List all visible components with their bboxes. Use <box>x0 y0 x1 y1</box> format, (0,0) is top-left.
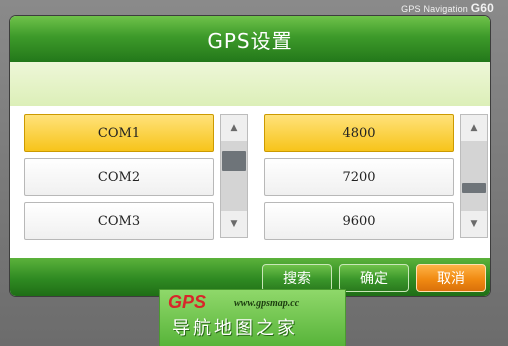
scroll-up-arrow-icon[interactable]: ▲ <box>461 115 487 141</box>
watermark-text: 导航地图之家 <box>172 318 298 339</box>
port-scrollbar[interactable]: ▲ ▼ <box>220 114 248 238</box>
baud-option-9600[interactable]: 9600 <box>264 202 454 240</box>
search-button[interactable]: 搜索 <box>262 264 332 292</box>
confirm-button[interactable]: 确定 <box>339 264 409 292</box>
watermark: GPS www.gpsmap.cc 导航地图之家 <box>160 290 345 346</box>
port-option-com1[interactable]: COM1 <box>24 114 214 152</box>
title-bar: GPS设置 <box>10 16 490 62</box>
port-scroll-track[interactable] <box>221 141 247 211</box>
brand-prefix: GPS Navigation <box>401 4 471 14</box>
scroll-up-arrow-icon[interactable]: ▲ <box>221 115 247 141</box>
baud-scrollbar[interactable]: ▲ ▼ <box>460 114 488 238</box>
brand-label: GPS Navigation G60 <box>401 1 494 15</box>
port-scroll-thumb[interactable] <box>222 151 246 171</box>
cancel-button[interactable]: 取消 <box>416 264 486 292</box>
port-option-com3[interactable]: COM3 <box>24 202 214 240</box>
device-frame: GPS Navigation G60 GPS设置 COM1 COM2 COM3 … <box>0 0 508 346</box>
info-bar <box>10 62 490 106</box>
screen: GPS设置 COM1 COM2 COM3 ▲ ▼ 4800 7200 9600 <box>10 16 490 296</box>
baud-option-4800[interactable]: 4800 <box>264 114 454 152</box>
port-list: COM1 COM2 COM3 <box>24 114 214 246</box>
port-option-com2[interactable]: COM2 <box>24 158 214 196</box>
scroll-down-arrow-icon[interactable]: ▼ <box>461 211 487 237</box>
scroll-down-arrow-icon[interactable]: ▼ <box>221 211 247 237</box>
settings-panel: COM1 COM2 COM3 ▲ ▼ 4800 7200 9600 ▲ ▼ <box>10 106 490 258</box>
watermark-url: www.gpsmap.cc <box>234 298 300 309</box>
baud-scroll-thumb[interactable] <box>462 183 486 193</box>
baud-scroll-track[interactable] <box>461 141 487 211</box>
watermark-logo: GPS <box>168 292 207 312</box>
baud-rate-list: 4800 7200 9600 <box>264 114 454 246</box>
brand-model: G60 <box>470 1 494 15</box>
baud-option-7200[interactable]: 7200 <box>264 158 454 196</box>
page-title: GPS设置 <box>207 28 293 53</box>
